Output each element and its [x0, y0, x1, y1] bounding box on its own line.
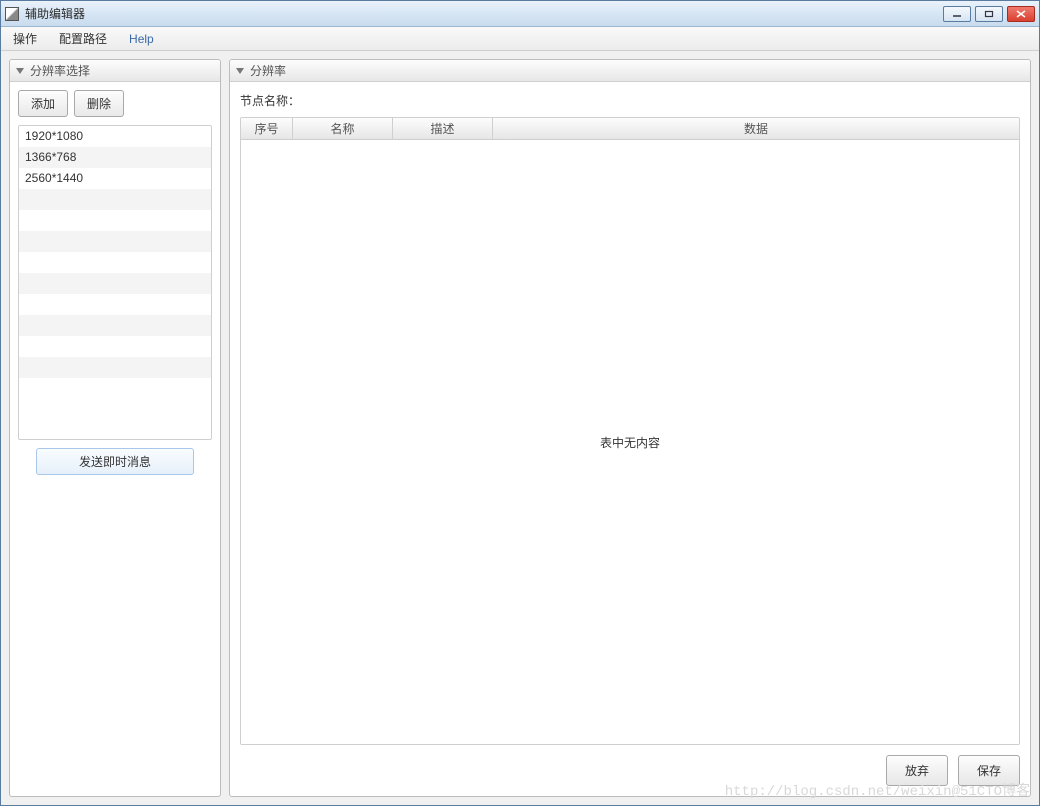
- list-filler-row: [19, 273, 211, 294]
- collapse-icon: [16, 68, 24, 74]
- window-controls: [943, 6, 1035, 22]
- minimize-button[interactable]: [943, 6, 971, 22]
- menu-help[interactable]: Help: [125, 30, 158, 48]
- right-panel-header[interactable]: 分辨率: [230, 60, 1030, 82]
- app-window: 辅助编辑器 操作 配置路径 Help 分辨率选择 添加: [0, 0, 1040, 806]
- list-item[interactable]: 1920*1080: [19, 126, 211, 147]
- delete-button[interactable]: 删除: [74, 90, 124, 117]
- list-filler-row: [19, 231, 211, 252]
- minimize-icon: [952, 10, 962, 18]
- left-panel-title: 分辨率选择: [30, 62, 90, 79]
- list-filler: [19, 189, 211, 439]
- data-table: 序号 名称 描述 数据 表中无内容: [240, 117, 1020, 745]
- menu-config-path[interactable]: 配置路径: [55, 28, 111, 49]
- add-button[interactable]: 添加: [18, 90, 68, 117]
- col-name[interactable]: 名称: [293, 118, 393, 139]
- col-data[interactable]: 数据: [493, 118, 1019, 139]
- list-filler-row: [19, 357, 211, 378]
- table-header: 序号 名称 描述 数据: [241, 118, 1019, 140]
- list-filler-row: [19, 315, 211, 336]
- list-filler-row: [19, 189, 211, 210]
- list-filler-row: [19, 210, 211, 231]
- window-title: 辅助编辑器: [25, 5, 943, 22]
- resolution-list[interactable]: 1920*1080 1366*768 2560*1440: [18, 125, 212, 440]
- app-icon: [5, 7, 19, 21]
- list-filler-row: [19, 252, 211, 273]
- list-item[interactable]: 1366*768: [19, 147, 211, 168]
- close-button[interactable]: [1007, 6, 1035, 22]
- list-filler-row: [19, 294, 211, 315]
- close-icon: [1016, 10, 1026, 18]
- menu-operation[interactable]: 操作: [9, 28, 41, 49]
- col-index[interactable]: 序号: [241, 118, 293, 139]
- resolution-buttons: 添加 删除: [18, 90, 212, 117]
- col-desc[interactable]: 描述: [393, 118, 493, 139]
- empty-table-text: 表中无内容: [600, 434, 660, 451]
- left-panel-header[interactable]: 分辨率选择: [10, 60, 220, 82]
- node-name-label: 节点名称：: [240, 92, 1020, 109]
- save-button[interactable]: 保存: [958, 755, 1020, 786]
- left-panel: 分辨率选择 添加 删除 1920*1080 1366*768 2560*1440…: [9, 59, 221, 797]
- maximize-icon: [984, 10, 994, 18]
- maximize-button[interactable]: [975, 6, 1003, 22]
- send-message-button[interactable]: 发送即时消息: [36, 448, 194, 475]
- left-spacer: [18, 475, 212, 788]
- titlebar[interactable]: 辅助编辑器: [1, 1, 1039, 27]
- content-area: 分辨率选择 添加 删除 1920*1080 1366*768 2560*1440…: [1, 51, 1039, 805]
- footer-buttons: 放弃 保存: [240, 755, 1020, 786]
- right-panel-body: 节点名称： 序号 名称 描述 数据 表中无内容 放弃 保存: [230, 82, 1030, 796]
- list-item[interactable]: 2560*1440: [19, 168, 211, 189]
- table-body-empty: 表中无内容: [241, 140, 1019, 744]
- right-panel: 分辨率 节点名称： 序号 名称 描述 数据 表中无内容 放弃: [229, 59, 1031, 797]
- left-panel-body: 添加 删除 1920*1080 1366*768 2560*1440 发送即时消…: [10, 82, 220, 796]
- discard-button[interactable]: 放弃: [886, 755, 948, 786]
- list-filler-row: [19, 336, 211, 357]
- menubar: 操作 配置路径 Help: [1, 27, 1039, 51]
- collapse-icon: [236, 68, 244, 74]
- right-panel-title: 分辨率: [250, 62, 286, 79]
